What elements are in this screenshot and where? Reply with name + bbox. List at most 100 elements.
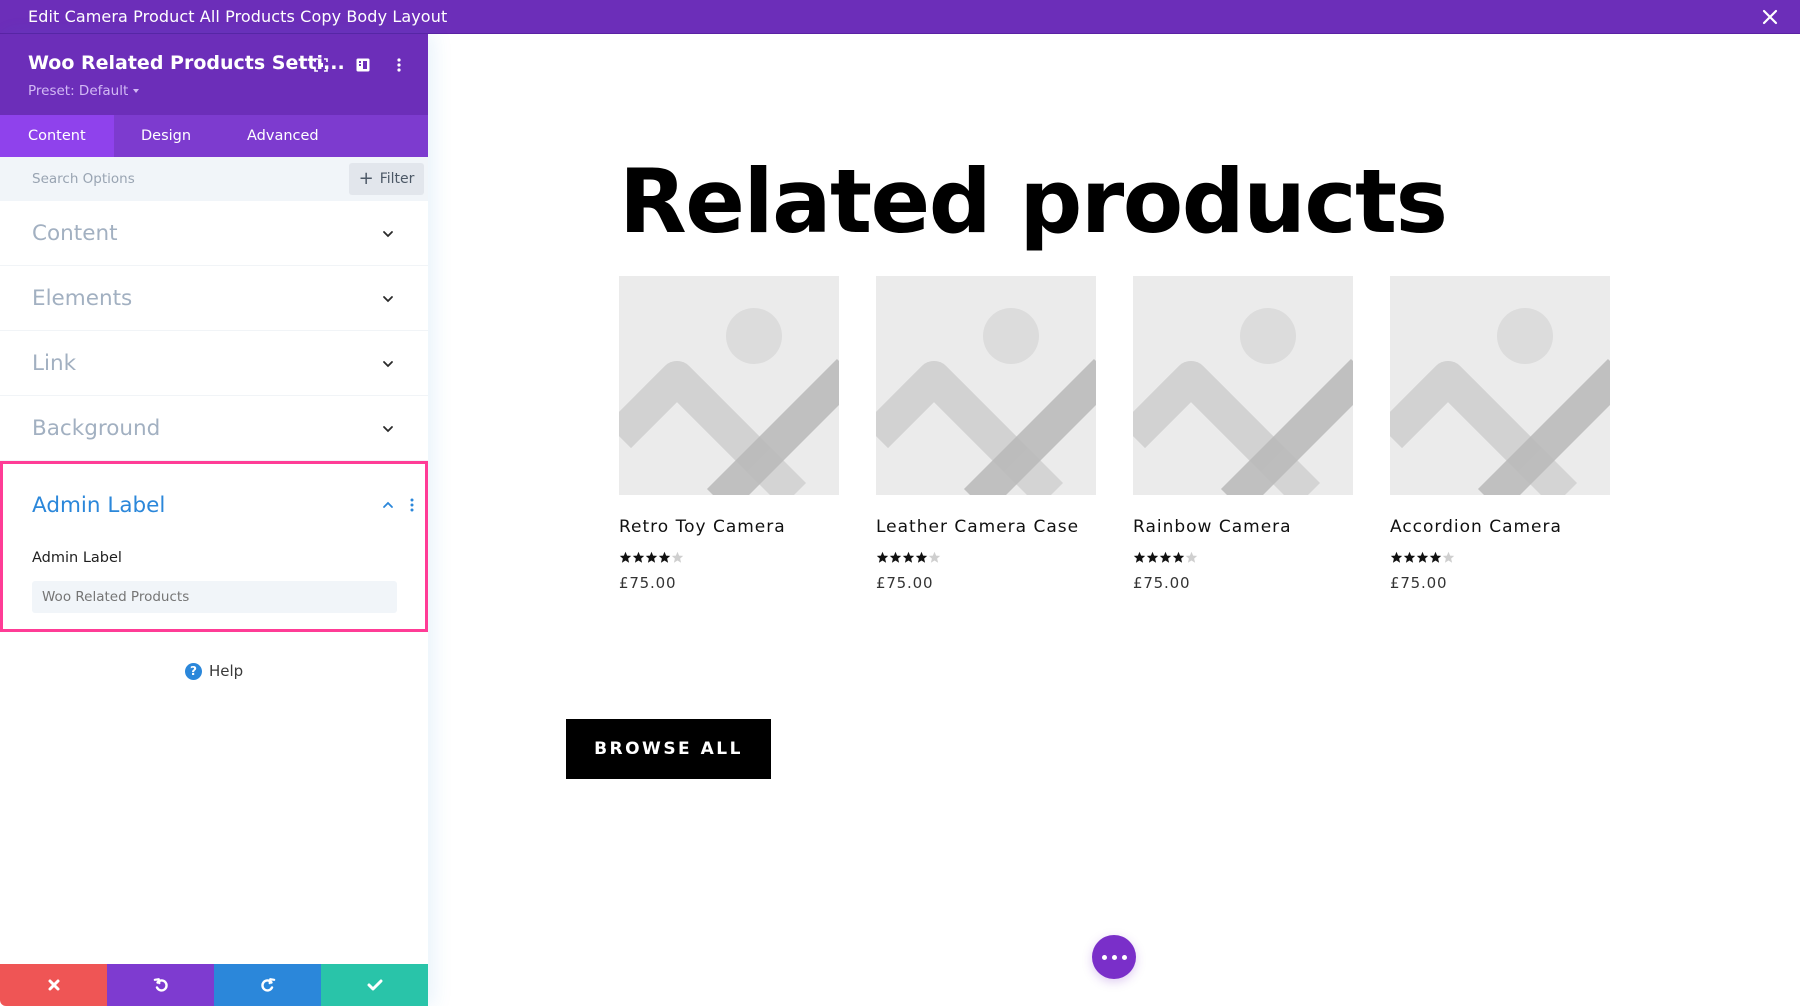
star-empty-icon <box>1442 551 1455 563</box>
star-filled-icon <box>876 551 889 563</box>
product-name[interactable]: Rainbow Camera <box>1133 517 1353 537</box>
split-view-icon[interactable] <box>352 54 374 76</box>
settings-header: Woo Related Products Setti... Preset: De… <box>0 34 428 115</box>
dot <box>1101 954 1107 960</box>
product-rating <box>1390 551 1610 564</box>
save-button[interactable] <box>321 964 428 1006</box>
tab-design[interactable]: Design <box>114 115 220 157</box>
chevron-up-icon[interactable] <box>381 499 395 511</box>
cancel-button[interactable] <box>0 964 107 1006</box>
section-admin-label: Admin Label Admin Label <box>0 461 428 632</box>
star-filled-icon <box>645 551 658 563</box>
star-filled-icon <box>889 551 902 563</box>
page-settings-button[interactable] <box>1092 935 1136 979</box>
dot <box>1121 954 1127 960</box>
product-price: £75.00 <box>619 574 677 592</box>
product-name[interactable]: Retro Toy Camera <box>619 517 839 537</box>
star-filled-icon <box>632 551 645 563</box>
star-filled-icon <box>1146 551 1159 563</box>
star-filled-icon <box>915 551 928 563</box>
redo-icon <box>260 978 275 992</box>
star-empty-icon <box>671 551 684 563</box>
section-label: Link <box>32 350 77 376</box>
product-rating <box>876 551 1096 564</box>
help-label: Help <box>209 662 244 680</box>
image-placeholder-icon <box>876 276 1096 495</box>
related-products-heading: Related products <box>619 150 1448 253</box>
help-link[interactable]: ? Help <box>185 662 243 680</box>
more-options-icon[interactable] <box>388 54 410 76</box>
product-price: £75.00 <box>1133 574 1191 592</box>
image-placeholder-icon <box>619 276 839 495</box>
star-filled-icon <box>1172 551 1185 563</box>
action-bar <box>0 964 428 1006</box>
chevron-down-icon <box>383 231 393 238</box>
settings-tabs: Content Design Advanced <box>0 115 428 157</box>
fullscreen-icon[interactable] <box>310 54 332 76</box>
help-icon: ? <box>185 662 202 680</box>
product-card[interactable]: Leather Camera Case £75.00 <box>876 276 1096 592</box>
product-price: £75.00 <box>876 574 934 592</box>
product-image[interactable] <box>1133 276 1353 495</box>
product-image[interactable] <box>876 276 1096 495</box>
product-name[interactable]: Leather Camera Case <box>876 517 1096 537</box>
tab-advanced[interactable]: Advanced <box>220 115 347 157</box>
section-elements[interactable]: Elements <box>0 266 428 331</box>
chevron-down-icon <box>383 361 393 368</box>
chevron-down-icon <box>383 296 393 303</box>
image-placeholder-icon <box>1390 276 1610 495</box>
star-empty-icon <box>1185 551 1198 563</box>
product-image[interactable] <box>1390 276 1610 495</box>
filter-button[interactable]: + Filter <box>349 163 424 195</box>
redo-button[interactable] <box>214 964 321 1006</box>
caret-down-icon <box>133 89 140 93</box>
star-filled-icon <box>1390 551 1403 563</box>
image-placeholder-icon <box>1133 276 1353 495</box>
star-filled-icon <box>1159 551 1172 563</box>
window-title: Edit Camera Product All Products Copy Bo… <box>28 7 448 26</box>
tab-content[interactable]: Content <box>0 115 114 157</box>
browse-all-button[interactable]: BROWSE ALL <box>566 719 771 779</box>
section-link[interactable]: Link <box>0 331 428 396</box>
star-filled-icon <box>1133 551 1146 563</box>
settings-panel: Woo Related Products Setti... Preset: De… <box>0 34 428 1006</box>
star-empty-icon <box>928 551 941 563</box>
section-title[interactable]: Admin Label <box>32 493 165 518</box>
section-label: Elements <box>32 285 133 311</box>
product-rating <box>619 551 839 564</box>
settings-title: Woo Related Products Setti... <box>28 52 345 74</box>
filter-label: Filter <box>379 171 415 187</box>
admin-label-field-label: Admin Label <box>32 550 122 566</box>
star-filled-icon <box>1403 551 1416 563</box>
chevron-down-icon <box>383 426 393 433</box>
section-label: Content <box>32 220 118 246</box>
close-icon[interactable] <box>1758 5 1782 29</box>
product-price: £75.00 <box>1390 574 1448 592</box>
close-icon <box>48 979 59 991</box>
search-options-input[interactable] <box>32 171 332 187</box>
undo-button[interactable] <box>107 964 214 1006</box>
preset-label: Preset: Default <box>28 83 129 99</box>
section-content[interactable]: Content <box>0 201 428 266</box>
star-filled-icon <box>1429 551 1442 563</box>
product-card[interactable]: Rainbow Camera £75.00 <box>1133 276 1353 592</box>
product-image[interactable] <box>619 276 839 495</box>
section-background[interactable]: Background <box>0 396 428 461</box>
admin-label-input[interactable] <box>32 581 397 613</box>
more-options-icon[interactable] <box>409 497 415 513</box>
product-rating <box>1133 551 1353 564</box>
window-title-bar: Edit Camera Product All Products Copy Bo… <box>0 0 1800 34</box>
preset-dropdown[interactable]: Preset: Default <box>28 83 140 99</box>
dot <box>1111 954 1117 960</box>
star-filled-icon <box>658 551 671 563</box>
search-bar: + Filter <box>0 157 428 201</box>
product-card[interactable]: Accordion Camera £75.00 <box>1390 276 1610 592</box>
section-label: Background <box>32 415 161 441</box>
star-filled-icon <box>902 551 915 563</box>
undo-icon <box>153 978 168 992</box>
product-name[interactable]: Accordion Camera <box>1390 517 1610 537</box>
product-card[interactable]: Retro Toy Camera £75.00 <box>619 276 839 592</box>
check-icon <box>367 979 382 991</box>
star-filled-icon <box>1416 551 1429 563</box>
plus-icon: + <box>358 168 374 189</box>
